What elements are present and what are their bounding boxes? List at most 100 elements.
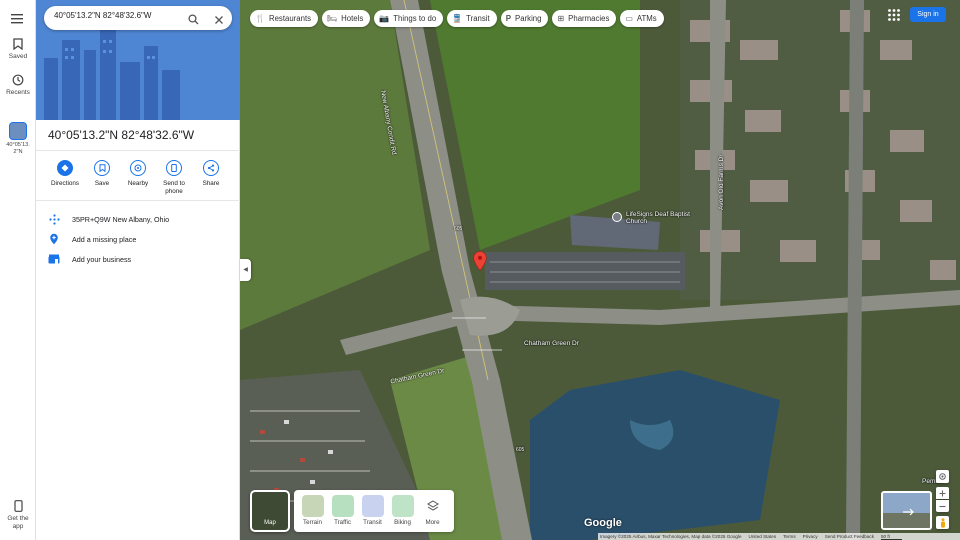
layer-options: Terrain Traffic Transit Biking More [294, 490, 454, 532]
send-to-phone-button[interactable]: Send to phone [157, 160, 191, 196]
chip-parking[interactable]: P Parking [500, 10, 549, 27]
chip-pharmacies[interactable]: ⊞ Pharmacies [552, 10, 617, 27]
satellite-imagery [240, 0, 960, 540]
directions-icon [61, 164, 69, 172]
google-apps-button[interactable] [887, 8, 901, 22]
plus-icon [939, 490, 946, 496]
share-label: Share [202, 180, 220, 187]
terms-link[interactable]: Terms [783, 534, 796, 539]
directions-label: Directions [51, 180, 79, 187]
layers-icon [421, 495, 444, 517]
recents-label: Recents [6, 89, 30, 96]
hotel-icon: 🛏 [327, 14, 338, 23]
chip-atms[interactable]: ▭ ATMs [620, 10, 664, 27]
chip-label: Transit [466, 14, 490, 23]
business-icon [48, 254, 60, 264]
atm-icon: ▭ [625, 14, 633, 23]
layer-terrain[interactable]: Terrain [300, 495, 325, 526]
saved-button[interactable]: Saved [0, 38, 36, 60]
my-location-button[interactable] [936, 470, 949, 483]
zoom-out-button[interactable] [936, 500, 949, 512]
chip-label: ATMs [636, 14, 657, 23]
pegman-icon [940, 517, 945, 528]
menu-icon [11, 14, 23, 24]
layer-traffic[interactable]: Traffic [330, 495, 355, 526]
add-business-text: Add your business [72, 254, 132, 264]
feedback-link[interactable]: Send Product Feedback [825, 534, 874, 539]
layer-transit[interactable]: Transit [360, 495, 385, 526]
chip-label: Pharmacies [568, 14, 610, 23]
nearby-button[interactable]: Nearby [121, 160, 155, 188]
layer-biking[interactable]: Biking [390, 495, 415, 526]
history-icon [12, 74, 24, 86]
sign-in-button[interactable]: Sign in [910, 7, 946, 22]
menu-button[interactable] [11, 12, 25, 24]
street-view-pegman[interactable] [936, 516, 949, 529]
apps-grid-icon [888, 9, 900, 21]
search-icon [188, 14, 199, 25]
directions-button[interactable]: Directions [48, 160, 82, 188]
rotate-icon [903, 508, 914, 516]
search-button[interactable] [188, 12, 199, 30]
street-view-preview[interactable] [881, 491, 932, 530]
add-business-row[interactable]: Add your business [48, 251, 131, 267]
google-logo: Google [584, 517, 622, 529]
nearby-icon [134, 164, 142, 172]
camera-icon: 📷 [379, 14, 390, 23]
layer-label: More [425, 519, 440, 526]
route-shield-605: 605 [454, 226, 463, 232]
church-poi-label[interactable]: LifeSigns Deaf Baptist Church [626, 211, 696, 225]
map-layer-toggle[interactable]: Map [250, 490, 290, 532]
location-pin-icon[interactable] [473, 251, 487, 271]
transit-layer-icon [361, 495, 384, 517]
bookmark-icon [99, 164, 105, 172]
close-icon [215, 16, 223, 24]
clear-search-button[interactable] [214, 12, 224, 30]
chip-things-to-do[interactable]: 📷 Things to do [374, 10, 444, 27]
pharmacy-icon: ⊞ [557, 14, 565, 23]
add-missing-place-row[interactable]: Add a missing place [48, 231, 136, 247]
collapse-panel-button[interactable]: ◀ [240, 259, 251, 281]
scale-bar[interactable]: 50 ft [881, 534, 902, 540]
recent-place-thumbnail [9, 122, 27, 140]
recent-place-item[interactable]: 40°05'13.2"N [0, 122, 36, 156]
nearby-label: Nearby [127, 180, 149, 187]
privacy-link[interactable]: Privacy [803, 534, 818, 539]
recent-place-label: 40°05'13.2"N [6, 142, 30, 155]
traffic-icon [331, 495, 354, 517]
add-place-icon [50, 233, 58, 245]
recents-button[interactable]: Recents [0, 74, 36, 96]
plus-code-icon [48, 213, 60, 225]
terrain-icon [301, 495, 324, 517]
map-layer-label: Map [264, 520, 276, 526]
send-to-phone-icon [171, 164, 177, 172]
chip-transit[interactable]: 🚆 Transit [447, 10, 497, 27]
zoom-in-button[interactable] [936, 487, 949, 499]
church-poi-icon[interactable] [612, 212, 622, 222]
layer-more[interactable]: More [420, 495, 445, 526]
send-to-phone-label: Send to phone [163, 180, 185, 195]
layer-label: Transit [363, 519, 382, 526]
parking-icon: P [505, 14, 512, 23]
get-app-button[interactable]: Get the app [0, 500, 36, 531]
chip-label: Restaurants [268, 14, 312, 23]
place-panel: 40°05'13.2"N 82°48'32.6"W Directions Sav… [36, 0, 240, 540]
minus-icon [939, 505, 946, 507]
share-button[interactable]: Share [194, 160, 228, 188]
save-button[interactable]: Save [85, 160, 119, 188]
save-label: Save [94, 180, 110, 187]
imagery-attribution: Imagery ©2025 Airbus, Maxar Technologies… [600, 534, 742, 539]
chip-label: Hotels [341, 14, 364, 23]
chip-hotels[interactable]: 🛏 Hotels [322, 10, 371, 27]
layer-label: Traffic [334, 519, 351, 526]
satellite-map[interactable]: New Albany Condit Rd Avon Old Farms Dr C… [240, 0, 960, 540]
chip-restaurants[interactable]: 🍴 Restaurants [250, 10, 319, 27]
share-icon [207, 164, 215, 172]
country-link[interactable]: United States [749, 534, 777, 539]
layer-label: Terrain [303, 519, 322, 526]
plus-code-row[interactable]: 35PR+Q9W New Albany, Ohio [48, 211, 169, 227]
search-input[interactable] [54, 11, 179, 20]
phone-icon [13, 500, 23, 512]
place-title: 40°05'13.2"N 82°48'32.6"W [48, 128, 195, 142]
left-rail: Saved Recents 40°05'13.2"N Get the app [0, 0, 36, 540]
